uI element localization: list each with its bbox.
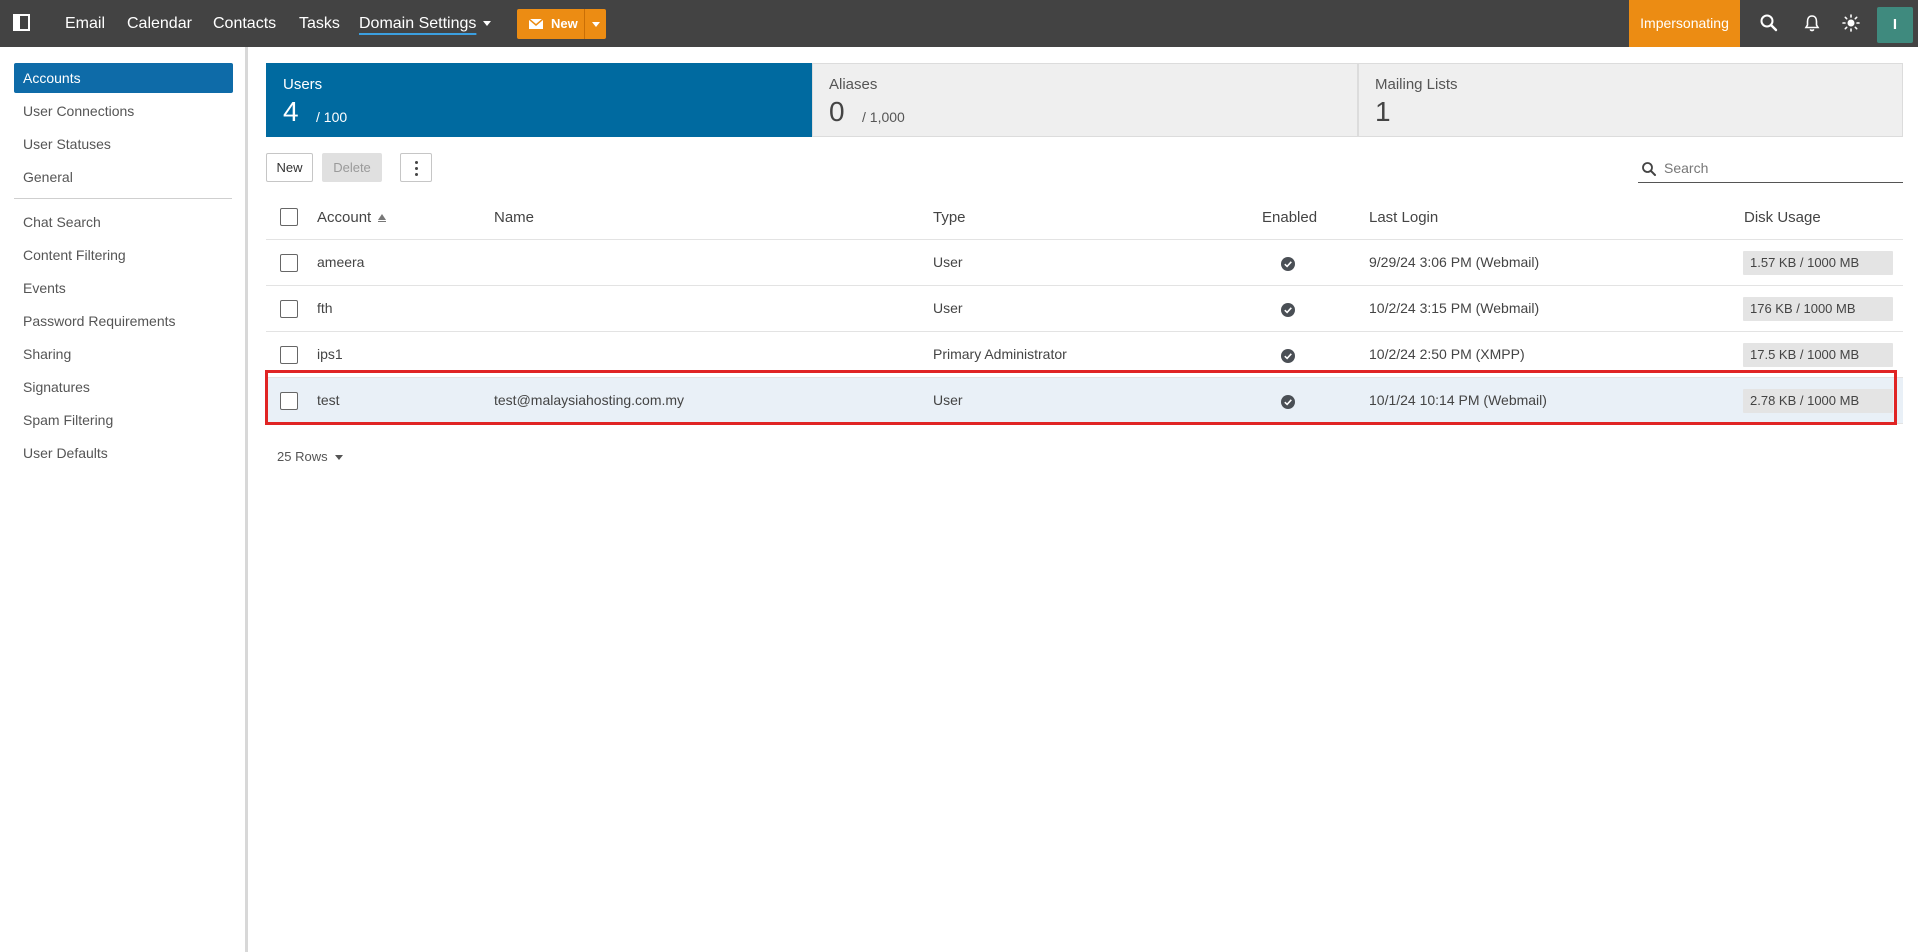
cell-last-login: 10/2/24 3:15 PM (Webmail) <box>1369 300 1540 316</box>
cell-account: ameera <box>317 254 365 270</box>
sidebar: Accounts User Connections User Statuses … <box>0 47 248 952</box>
search-icon[interactable] <box>1759 13 1779 33</box>
impersonating-button[interactable]: Impersonating <box>1629 0 1740 47</box>
sort-ascending-icon <box>378 214 387 223</box>
stat-label: Mailing Lists <box>1375 76 1458 93</box>
cell-last-login: 9/29/24 3:06 PM (Webmail) <box>1369 254 1540 270</box>
sidebar-item-signatures[interactable]: Signatures <box>14 372 233 402</box>
row-checkbox[interactable] <box>280 300 298 318</box>
cell-disk-usage: 176 KB / 1000 MB <box>1743 297 1893 321</box>
sidebar-item-user-statuses[interactable]: User Statuses <box>14 129 233 159</box>
select-all-checkbox[interactable] <box>280 208 298 226</box>
cell-disk-usage: 1.57 KB / 1000 MB <box>1743 251 1893 275</box>
stat-label: Aliases <box>829 76 878 93</box>
column-header-last-login[interactable]: Last Login <box>1369 200 1438 240</box>
stat-card-mailing-lists[interactable]: Mailing Lists 1 <box>1358 63 1903 137</box>
stat-card-aliases[interactable]: Aliases 0 / 1,000 <box>812 63 1358 137</box>
column-header-enabled[interactable]: Enabled <box>1262 200 1317 240</box>
search-field <box>1638 154 1903 183</box>
nav-domain-settings-label: Domain Settings <box>359 15 477 32</box>
enabled-check-icon <box>1281 349 1295 363</box>
sidebar-toggle-icon[interactable] <box>13 14 30 31</box>
cell-type: User <box>933 254 963 270</box>
stat-limit: / 100 <box>316 109 348 125</box>
stat-value: 4 <box>283 96 299 127</box>
column-header-account[interactable]: Account <box>317 200 387 240</box>
top-bar: Email Calendar Contacts Tasks Domain Set… <box>0 0 1918 47</box>
nav-calendar[interactable]: Calendar <box>127 0 192 47</box>
chevron-down-icon <box>483 21 492 27</box>
row-checkbox[interactable] <box>280 346 298 364</box>
nav-domain-settings[interactable]: Domain Settings <box>359 0 492 47</box>
enabled-check-icon <box>1281 257 1295 271</box>
chevron-down-icon <box>592 22 600 27</box>
sidebar-item-accounts[interactable]: Accounts <box>14 63 233 93</box>
stat-card-users[interactable]: Users 4 / 100 <box>266 63 812 137</box>
new-item-dropdown-button[interactable] <box>584 9 606 39</box>
table-header: Account Name Type Enabled Last Login Dis… <box>266 200 1903 240</box>
cell-disk-usage: 17.5 KB / 1000 MB <box>1743 343 1893 367</box>
stat-value: 0 <box>829 96 845 127</box>
sidebar-item-spam-filtering[interactable]: Spam Filtering <box>14 405 233 435</box>
cell-account: fth <box>317 300 333 316</box>
cell-type: User <box>933 300 963 316</box>
sidebar-item-user-defaults[interactable]: User Defaults <box>14 438 233 468</box>
new-item-button[interactable]: New <box>517 9 589 39</box>
nav-contacts[interactable]: Contacts <box>213 0 276 47</box>
new-account-button[interactable]: New <box>266 153 313 182</box>
sidebar-item-chat-search[interactable]: Chat Search <box>14 207 233 237</box>
envelope-icon <box>529 19 543 29</box>
stat-value: 1 <box>1375 96 1391 127</box>
more-actions-button[interactable] <box>400 153 432 182</box>
chevron-down-icon <box>334 455 343 461</box>
search-input[interactable] <box>1664 157 1899 179</box>
sun-icon[interactable] <box>1841 13 1861 33</box>
bell-icon[interactable] <box>1802 13 1822 33</box>
sidebar-item-sharing[interactable]: Sharing <box>14 339 233 369</box>
sidebar-item-general[interactable]: General <box>14 162 233 192</box>
sidebar-item-content-filtering[interactable]: Content Filtering <box>14 240 233 270</box>
nav-tasks[interactable]: Tasks <box>299 0 340 47</box>
new-item-label: New <box>551 16 578 31</box>
sidebar-item-events[interactable]: Events <box>14 273 233 303</box>
row-checkbox[interactable] <box>280 254 298 272</box>
column-header-name[interactable]: Name <box>494 200 534 240</box>
delete-button[interactable]: Delete <box>322 153 382 182</box>
sidebar-item-user-connections[interactable]: User Connections <box>14 96 233 126</box>
column-header-label: Account <box>317 209 372 226</box>
avatar[interactable]: I <box>1877 7 1913 43</box>
rows-per-page-select[interactable]: 25 Rows <box>277 445 343 469</box>
search-icon <box>1642 162 1656 176</box>
table-row[interactable]: fth User 10/2/24 3:15 PM (Webmail) 176 K… <box>266 286 1903 332</box>
nav-email[interactable]: Email <box>65 0 105 47</box>
highlight-annotation-box <box>265 370 1897 425</box>
column-header-disk-usage[interactable]: Disk Usage <box>1744 200 1821 240</box>
rows-per-page-label: 25 Rows <box>277 449 328 464</box>
enabled-check-icon <box>1281 303 1295 317</box>
table-row[interactable]: ameera User 9/29/24 3:06 PM (Webmail) 1.… <box>266 240 1903 286</box>
sidebar-divider <box>14 198 232 199</box>
sidebar-item-password-requirements[interactable]: Password Requirements <box>14 306 233 336</box>
stat-limit: / 1,000 <box>862 109 905 125</box>
stat-label: Users <box>283 76 323 93</box>
column-header-type[interactable]: Type <box>933 200 966 240</box>
